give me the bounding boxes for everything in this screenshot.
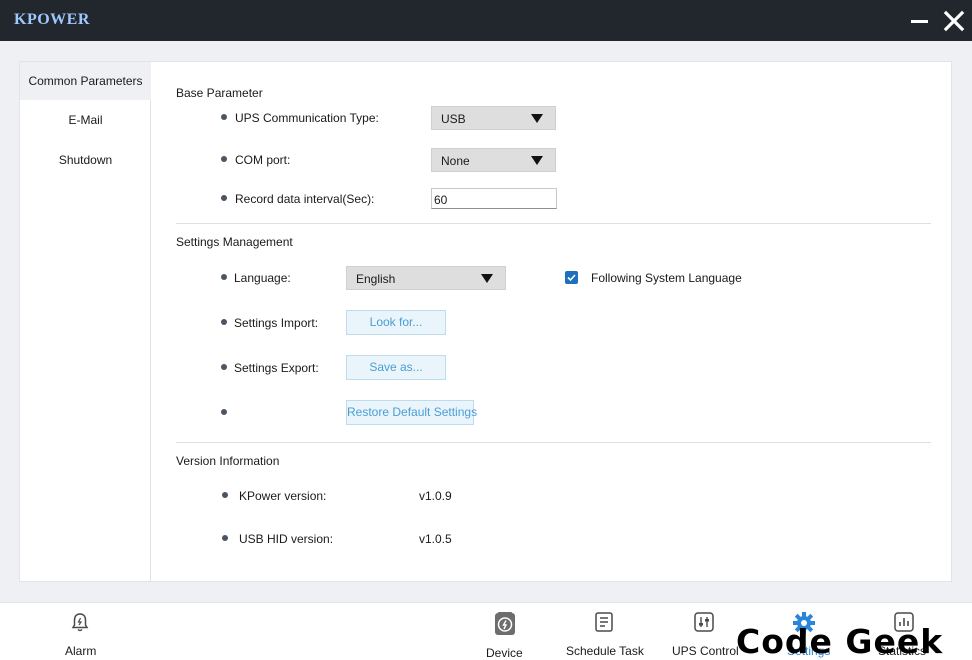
comm-type-value: USB bbox=[441, 112, 466, 126]
nav-ups-control[interactable]: UPS Control bbox=[668, 603, 743, 660]
minimize-icon bbox=[911, 20, 928, 23]
nav-alarm[interactable]: Alarm bbox=[50, 603, 110, 660]
save-as-button[interactable]: Save as... bbox=[346, 355, 446, 380]
comm-type-label: UPS Communication Type: bbox=[235, 111, 379, 125]
comm-type-select[interactable]: USB bbox=[431, 106, 556, 130]
sidebar-item-email[interactable]: E-Mail bbox=[20, 101, 151, 139]
checkmark-icon bbox=[567, 274, 576, 282]
version-information-title: Version Information bbox=[176, 454, 280, 468]
ups-control-icon bbox=[694, 612, 714, 632]
nav-device[interactable]: Device bbox=[480, 603, 530, 660]
settings-sidebar: Common Parameters E-Mail Shutdown bbox=[20, 62, 151, 581]
settings-content: Base Parameter UPS Communication Type: U… bbox=[153, 62, 951, 581]
kpower-version-label: KPower version: bbox=[239, 489, 327, 503]
restore-default-settings-button[interactable]: Restore Default Settings bbox=[346, 400, 477, 425]
settings-export-label: Settings Export: bbox=[234, 361, 319, 375]
settings-panel: Common Parameters E-Mail Shutdown Base P… bbox=[19, 61, 952, 582]
sidebar-item-common-parameters[interactable]: Common Parameters bbox=[20, 62, 151, 100]
nav-schedule-task-label: Schedule Task bbox=[566, 644, 644, 658]
bullet bbox=[221, 364, 227, 370]
bullet bbox=[221, 409, 227, 415]
title-bar: KPOWER bbox=[0, 0, 972, 41]
nav-alarm-label: Alarm bbox=[65, 644, 97, 658]
app-title: KPOWER bbox=[14, 11, 90, 28]
base-parameter-title: Base Parameter bbox=[176, 86, 263, 100]
close-icon bbox=[943, 10, 965, 32]
dropdown-caret-icon bbox=[531, 114, 543, 123]
bullet bbox=[221, 274, 227, 280]
bullet bbox=[222, 535, 228, 541]
alarm-bell-icon bbox=[71, 613, 89, 632]
dropdown-caret-icon bbox=[481, 274, 493, 283]
settings-import-label: Settings Import: bbox=[234, 316, 319, 330]
follow-system-language-label: Following System Language bbox=[591, 271, 742, 285]
language-select[interactable]: English bbox=[346, 266, 506, 290]
language-label: Language: bbox=[234, 271, 291, 285]
sidebar-item-shutdown[interactable]: Shutdown bbox=[20, 141, 151, 179]
device-icon bbox=[495, 612, 515, 635]
follow-system-language-checkbox[interactable] bbox=[565, 271, 578, 284]
bullet bbox=[221, 319, 227, 325]
look-for-button[interactable]: Look for... bbox=[346, 310, 446, 335]
nav-ups-control-label: UPS Control bbox=[672, 644, 739, 658]
settings-management-title: Settings Management bbox=[176, 235, 293, 249]
watermark-text: Code Geek bbox=[736, 622, 944, 660]
minimize-button[interactable] bbox=[907, 8, 933, 34]
nav-device-label: Device bbox=[486, 646, 523, 660]
record-interval-label: Record data interval(Sec): bbox=[235, 192, 375, 206]
nav-schedule-task[interactable]: Schedule Task bbox=[560, 603, 650, 660]
section-divider bbox=[176, 442, 931, 443]
com-port-select[interactable]: None bbox=[431, 148, 556, 172]
com-port-value: None bbox=[441, 154, 470, 168]
usb-hid-version-value: v1.0.5 bbox=[419, 532, 452, 546]
bullet bbox=[221, 114, 227, 120]
usb-hid-version-label: USB HID version: bbox=[239, 532, 334, 546]
kpower-version-value: v1.0.9 bbox=[419, 489, 452, 503]
dropdown-caret-icon bbox=[531, 156, 543, 165]
language-value: English bbox=[356, 272, 396, 286]
close-button[interactable] bbox=[941, 8, 967, 34]
record-interval-input[interactable] bbox=[431, 188, 557, 209]
bullet bbox=[221, 156, 227, 162]
bullet bbox=[222, 492, 228, 498]
schedule-icon bbox=[595, 612, 613, 632]
com-port-label: COM port: bbox=[235, 153, 291, 167]
bullet bbox=[221, 195, 227, 201]
section-divider bbox=[176, 223, 931, 224]
